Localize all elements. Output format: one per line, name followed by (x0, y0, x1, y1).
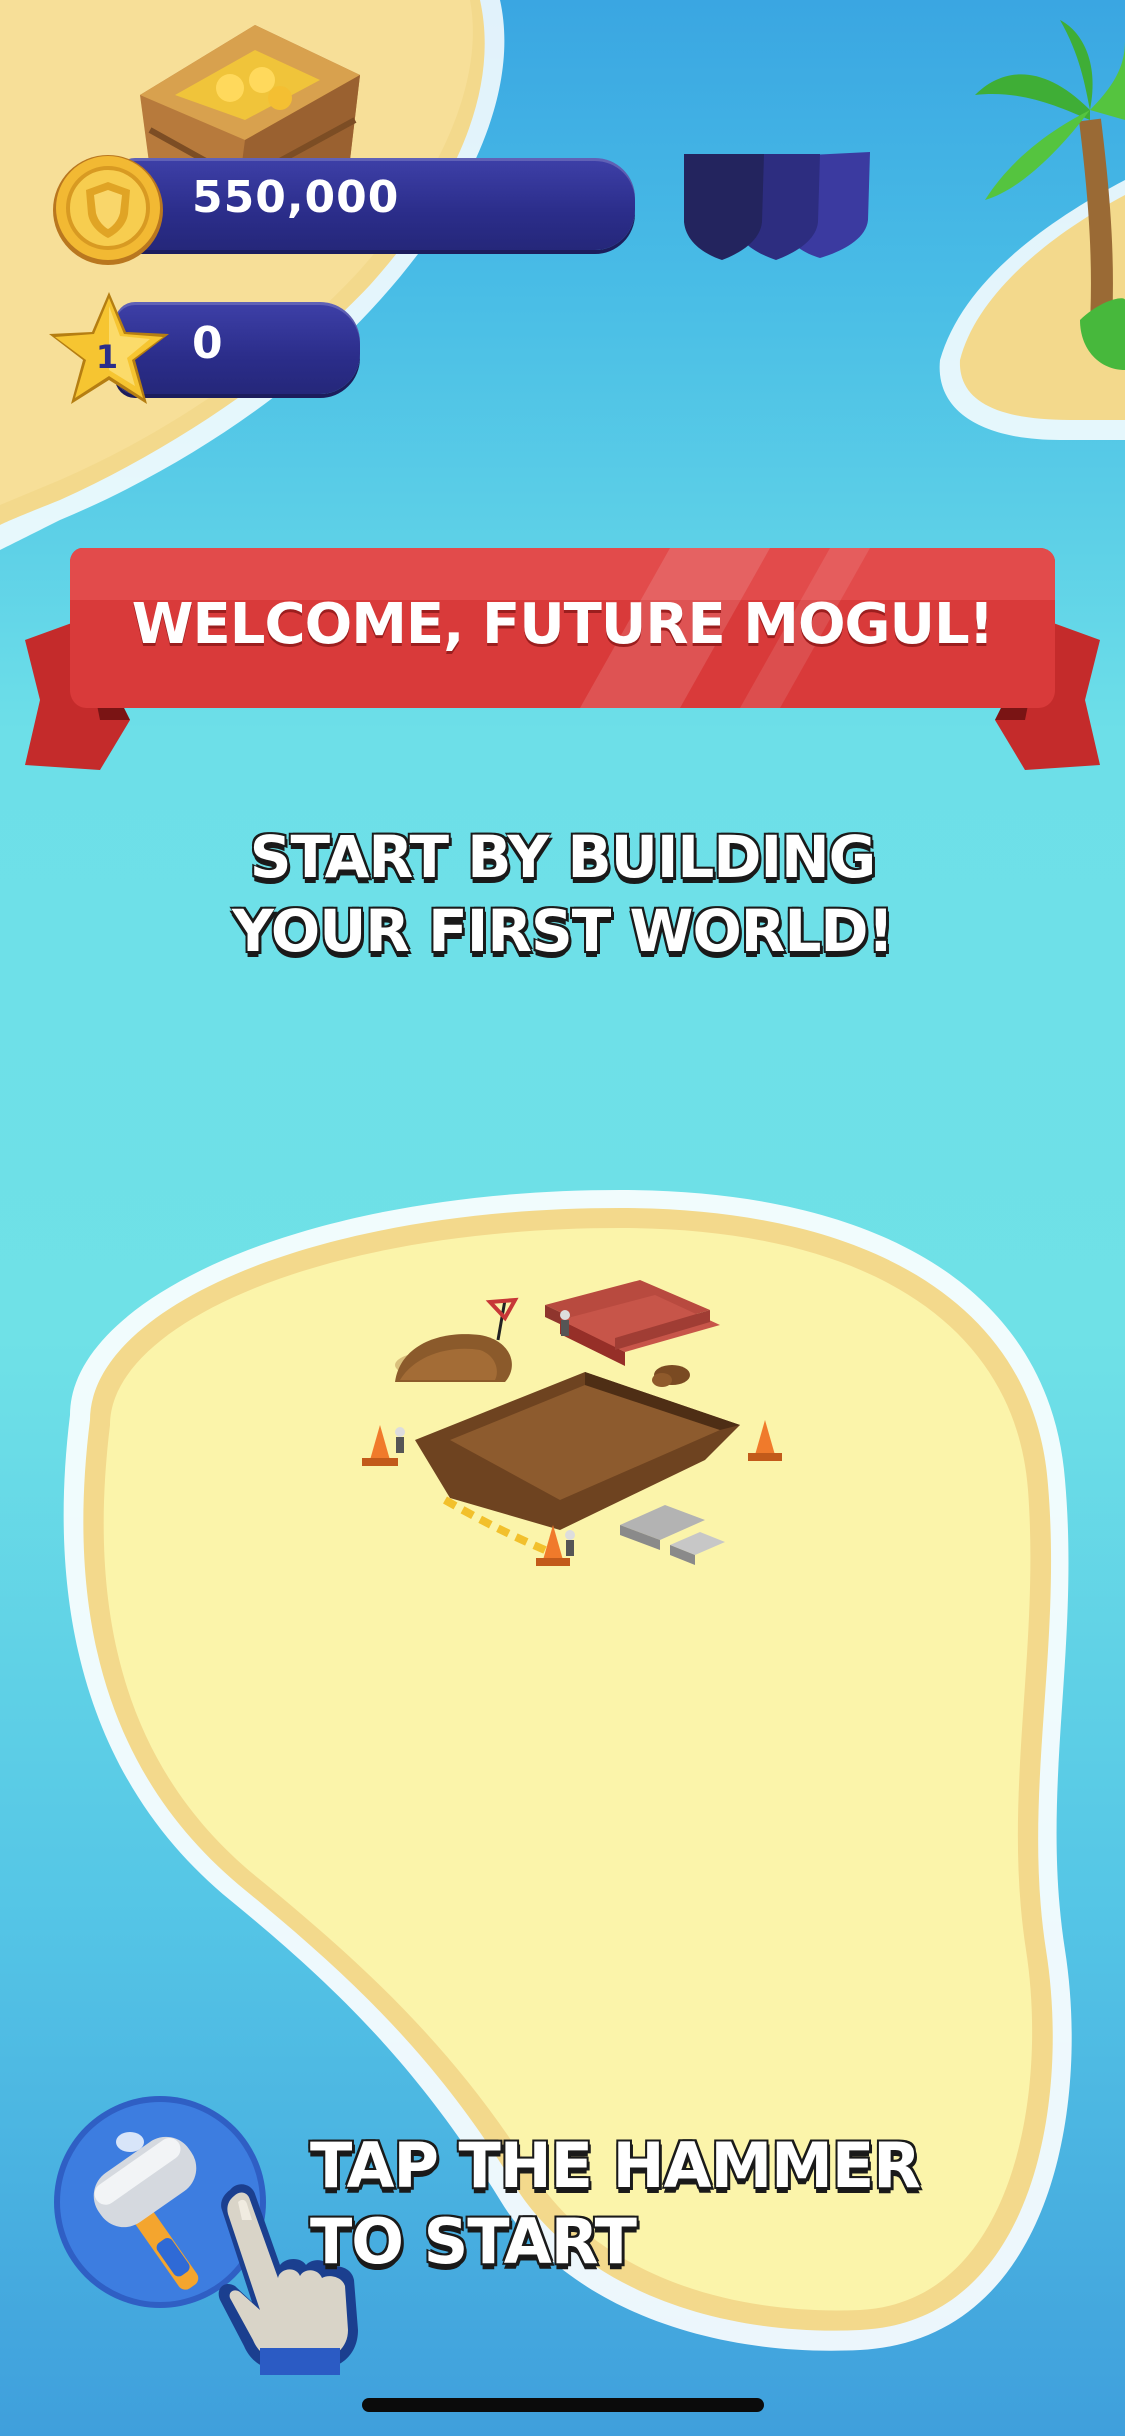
banner-title: WELCOME, FUTURE MOGUL! (131, 592, 994, 657)
home-indicator[interactable] (362, 2398, 764, 2412)
game-screen: WELCOME, FUTURE MOGUL! 550,000 1 0 START… (0, 0, 1125, 2436)
stars-value: 0 (192, 318, 223, 369)
hint-text: TAP THE HAMMER TO START (310, 2128, 950, 2280)
star-level-label: 1 (96, 338, 118, 376)
shields-icon (684, 152, 870, 260)
intro-line-2: YOUR FIRST WORLD! (231, 897, 894, 965)
coin-shield-icon (53, 155, 163, 265)
hint-line-1: TAP THE HAMMER (310, 2129, 921, 2202)
hint-line-2: TO START (310, 2205, 637, 2278)
star-level-icon: 1 (49, 292, 169, 404)
coins-value: 550,000 (192, 172, 400, 223)
intro-text: START BY BUILDING YOUR FIRST WORLD! (0, 820, 1125, 968)
intro-line-1: START BY BUILDING (249, 823, 876, 891)
